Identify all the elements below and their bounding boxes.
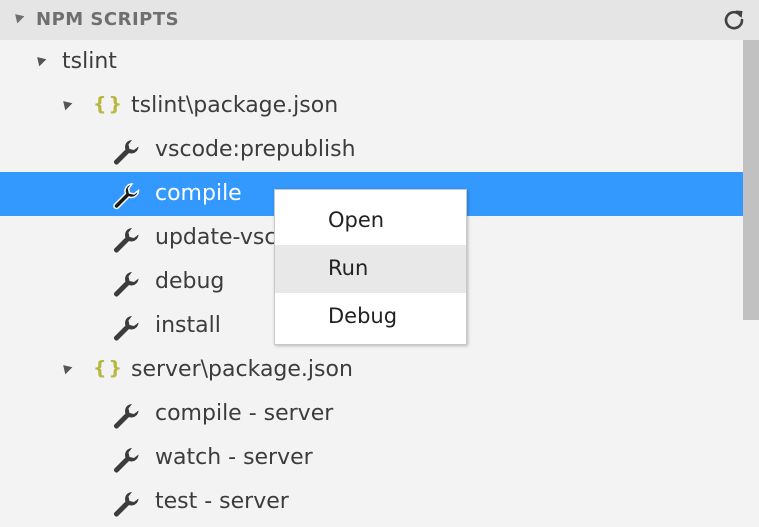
menu-item-label: Debug bbox=[328, 304, 398, 328]
tree-item-package-json[interactable]: {} server\package.json bbox=[0, 348, 743, 392]
package-label: tslint\package.json bbox=[131, 93, 339, 118]
menu-item-label: Open bbox=[328, 208, 385, 232]
tree-item-script[interactable]: test - server bbox=[0, 480, 743, 524]
menu-item-debug[interactable]: Debug bbox=[275, 293, 466, 341]
script-label: install bbox=[155, 313, 221, 338]
wrench-icon bbox=[114, 492, 139, 517]
wrench-icon bbox=[114, 228, 139, 253]
context-menu: Open Run Debug bbox=[274, 189, 467, 345]
tree-item-script[interactable]: vscode:prepublish bbox=[0, 128, 743, 172]
vertical-scrollbar-thumb[interactable] bbox=[743, 40, 759, 320]
wrench-icon bbox=[114, 316, 139, 341]
menu-item-label: Run bbox=[328, 256, 369, 280]
script-label: compile bbox=[155, 181, 242, 206]
json-braces-icon: {} bbox=[93, 93, 125, 115]
menu-item-run[interactable]: Run bbox=[275, 245, 466, 293]
refresh-icon[interactable] bbox=[722, 8, 746, 32]
json-braces-icon: {} bbox=[93, 357, 125, 379]
npm-scripts-header[interactable]: NPM SCRIPTS bbox=[0, 0, 759, 40]
wrench-icon bbox=[114, 272, 139, 297]
tree-item-script[interactable]: watch - server bbox=[0, 436, 743, 480]
script-label: vscode:prepublish bbox=[155, 137, 356, 162]
wrench-icon bbox=[114, 404, 139, 429]
folder-label: tslint bbox=[62, 49, 117, 74]
script-label: update-vsc bbox=[155, 225, 277, 250]
expanded-chevron-icon[interactable] bbox=[59, 97, 73, 111]
wrench-icon bbox=[114, 140, 139, 165]
collapse-chevron-icon[interactable] bbox=[11, 10, 25, 24]
tree-item-script[interactable]: compile - server bbox=[0, 392, 743, 436]
section-title: NPM SCRIPTS bbox=[36, 9, 180, 30]
script-label: watch - server bbox=[155, 445, 313, 470]
tree-item-tslint-folder[interactable]: tslint bbox=[0, 40, 743, 84]
menu-item-open[interactable]: Open bbox=[275, 197, 466, 245]
package-label: server\package.json bbox=[131, 357, 353, 382]
tree-item-package-json[interactable]: {} tslint\package.json bbox=[0, 84, 743, 128]
expanded-chevron-icon[interactable] bbox=[33, 53, 47, 67]
wrench-icon bbox=[113, 183, 140, 210]
script-label: test - server bbox=[155, 489, 289, 514]
script-label: compile - server bbox=[155, 401, 334, 426]
wrench-icon bbox=[114, 448, 139, 473]
script-label: debug bbox=[155, 269, 225, 294]
expanded-chevron-icon[interactable] bbox=[59, 361, 73, 375]
